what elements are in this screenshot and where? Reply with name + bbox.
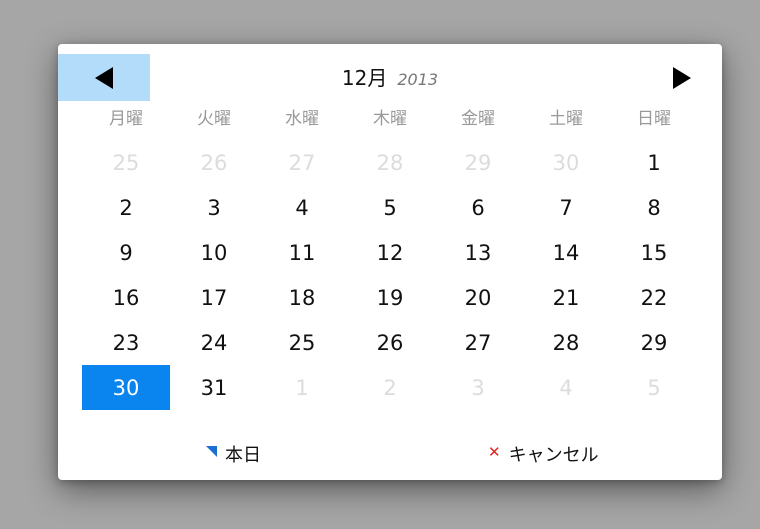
day-cell[interactable]: 16 [82,275,170,320]
today-corner-icon [206,445,217,457]
day-cell[interactable]: 1 [610,140,698,185]
day-cell-other-month[interactable]: 4 [522,365,610,410]
weekday-label: 火曜 [197,109,231,129]
weekday-label: 月曜 [109,109,143,129]
year-label[interactable]: 2013 [397,70,438,89]
day-cell[interactable]: 14 [522,230,610,275]
weekday-label: 木曜 [373,109,407,129]
day-cell-other-month[interactable]: 25 [82,140,170,185]
weekday-label: 土曜 [549,109,583,129]
day-cell[interactable]: 17 [170,275,258,320]
day-cell-other-month[interactable]: 29 [434,140,522,185]
day-cell-other-month[interactable]: 3 [434,365,522,410]
prev-month-button[interactable] [58,54,150,101]
day-cell[interactable]: 3 [170,185,258,230]
day-cell-selected[interactable]: 30 [82,365,170,410]
day-cell[interactable]: 25 [258,320,346,365]
day-cell[interactable]: 19 [346,275,434,320]
triangle-left-icon [95,66,113,89]
day-cell[interactable]: 20 [434,275,522,320]
close-icon: ✕ [488,442,501,461]
cancel-button-label: キャンセル [508,445,599,466]
day-cell[interactable]: 27 [434,320,522,365]
day-cell[interactable]: 8 [610,185,698,230]
day-cell[interactable]: 7 [522,185,610,230]
day-cell[interactable]: 24 [170,320,258,365]
day-cell[interactable]: 10 [170,230,258,275]
day-cell[interactable]: 12 [346,230,434,275]
day-cell[interactable]: 9 [82,230,170,275]
weekday-label: 金曜 [461,109,495,129]
next-month-button[interactable] [652,54,712,101]
triangle-right-icon [673,66,691,89]
weekday-label: 日曜 [637,109,671,129]
date-picker-dialog: 12月 2013 月曜 火曜 水曜 木曜 金曜 土曜 日曜 25 26 27 28 29 30 1 2 3 4… [58,44,722,480]
dialog-footer: 本日 ✕ キャンセル [58,440,722,468]
month-year-title: 12月 2013 [58,62,722,92]
day-cell[interactable]: 15 [610,230,698,275]
day-cell[interactable]: 31 [170,365,258,410]
day-grid: 25 26 27 28 29 30 1 2 3 4 5 6 7 8 9 10 11 12 13 14 15 16 17 18 1… [82,140,698,410]
day-cell[interactable]: 5 [346,185,434,230]
day-cell-other-month[interactable]: 27 [258,140,346,185]
day-cell[interactable]: 23 [82,320,170,365]
day-cell[interactable]: 4 [258,185,346,230]
day-cell-other-month[interactable]: 2 [346,365,434,410]
day-cell-other-month[interactable]: 28 [346,140,434,185]
day-cell[interactable]: 13 [434,230,522,275]
day-cell[interactable]: 29 [610,320,698,365]
cancel-button[interactable]: ✕ キャンセル [488,440,599,468]
day-cell[interactable]: 6 [434,185,522,230]
day-cell[interactable]: 11 [258,230,346,275]
day-cell-other-month[interactable]: 5 [610,365,698,410]
day-cell[interactable]: 18 [258,275,346,320]
weekday-header-row: 月曜 火曜 水曜 木曜 金曜 土曜 日曜 [82,108,698,130]
day-cell[interactable]: 2 [82,185,170,230]
month-label[interactable]: 12月 [342,62,387,91]
day-cell[interactable]: 28 [522,320,610,365]
day-cell[interactable]: 21 [522,275,610,320]
day-cell-other-month[interactable]: 1 [258,365,346,410]
day-cell-other-month[interactable]: 30 [522,140,610,185]
day-cell[interactable]: 22 [610,275,698,320]
today-button-label: 本日 [225,445,261,466]
day-cell-other-month[interactable]: 26 [170,140,258,185]
today-button[interactable]: 本日 [206,440,261,468]
weekday-label: 水曜 [285,109,319,129]
day-cell[interactable]: 26 [346,320,434,365]
